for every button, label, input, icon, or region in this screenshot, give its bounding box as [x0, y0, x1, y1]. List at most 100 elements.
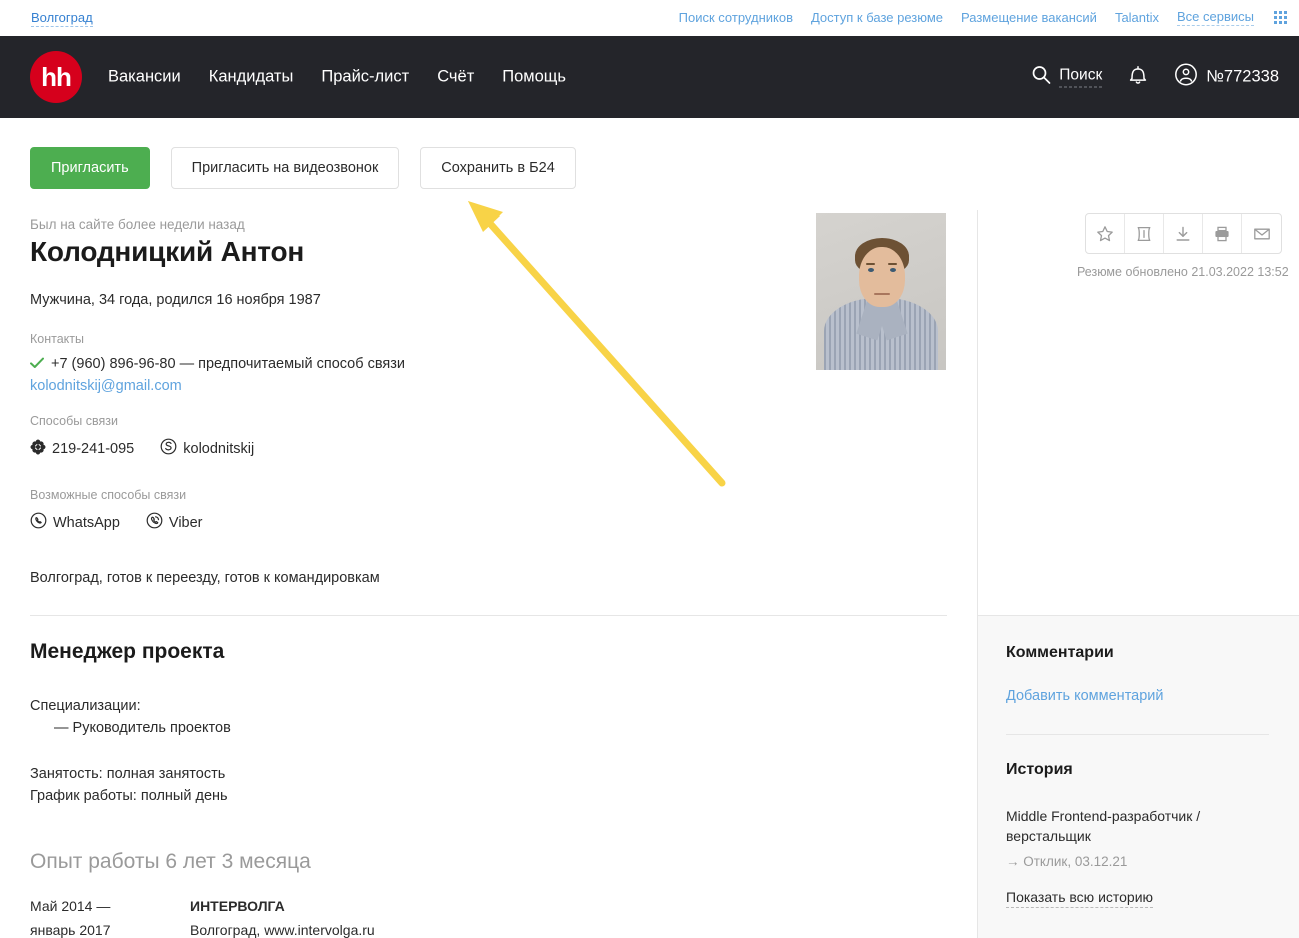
top-link-post-vacancy[interactable]: Размещение вакансий	[961, 10, 1097, 25]
experience-company: ИНТЕРВОЛГА	[190, 898, 285, 914]
contact-methods-label: Способы связи	[30, 414, 118, 428]
photo-face	[859, 247, 905, 307]
whatsapp-contact: WhatsApp	[30, 512, 120, 533]
invite-videocall-button[interactable]: Пригласить на видеозвонок	[170, 147, 400, 189]
city-selector[interactable]: Волгоград	[31, 9, 93, 27]
nav-item-vacancies[interactable]: Вакансии	[108, 68, 181, 87]
account-number[interactable]: №772338	[1206, 68, 1279, 87]
phone-row: +7 (960) 896-96-80 — предпочитаемый спос…	[30, 356, 405, 372]
candidate-summary: Мужчина, 34 года, родился 16 ноября 1987	[30, 292, 321, 308]
viber-label: Viber	[168, 514, 203, 531]
work-schedule: График работы: полный день	[30, 788, 228, 804]
right-sidebar: Комментарии Добавить комментарий История…	[977, 615, 1299, 938]
desired-position-title: Менеджер проекта	[30, 640, 225, 663]
top-link-employee-search[interactable]: Поиск сотрудников	[679, 10, 793, 25]
candidate-photo[interactable]	[816, 213, 946, 370]
whatsapp-label: WhatsApp	[53, 514, 120, 531]
experience-title: Опыт работы 6 лет 3 месяца	[30, 850, 311, 873]
viber-icon	[146, 512, 163, 533]
account-button[interactable]: №772338	[1174, 63, 1279, 92]
employment-type: Занятость: полная занятость	[30, 766, 226, 782]
skype-value: kolodnitskij	[183, 440, 255, 457]
box-icon[interactable]	[1125, 214, 1164, 253]
nav-item-pricelist[interactable]: Прайс-лист	[321, 68, 409, 87]
show-all-history-link[interactable]: Показать всю историю	[1006, 889, 1154, 908]
experience-date-to: январь 2017	[30, 922, 111, 938]
add-comment-link[interactable]: Добавить комментарий	[1006, 688, 1164, 704]
sidebar-divider	[1006, 734, 1269, 735]
top-utility-bar: Волгоград Поиск сотрудников Доступ к баз…	[0, 0, 1299, 36]
header-right-area: Поиск №772338	[1031, 63, 1279, 92]
site-header: hh Вакансии Кандидаты Прайс-лист Счёт По…	[0, 36, 1299, 118]
phone-number: +7 (960) 896-96-80 — предпочитаемый спос…	[51, 356, 405, 372]
history-item-title: Middle Frontend-разработчик / верстальщи…	[1006, 808, 1201, 844]
experience-dates: Май 2014 — январь 2017	[30, 894, 190, 938]
contact-methods-block: Способы связи 219-241-095 kolodnitskij	[30, 414, 254, 459]
specializations-label: Специализации:	[30, 698, 141, 714]
comments-title: Комментарии	[1006, 644, 1114, 661]
experience-row: Май 2014 — январь 2017 ИНТЕРВОЛГА Волгог…	[30, 894, 550, 938]
contacts-block: Контакты +7 (960) 896-96-80 — предпочита…	[30, 332, 405, 394]
envelope-icon[interactable]	[1242, 214, 1281, 253]
top-links: Поиск сотрудников Доступ к базе резюме Р…	[679, 9, 1287, 26]
experience-info: ИНТЕРВОЛГА Волгоград, www.intervolga.ru	[190, 894, 375, 938]
history-item-meta: → Отклик, 03.12.21	[1006, 854, 1128, 869]
experience-date-from: Май 2014 —	[30, 898, 111, 914]
photo-eye-right	[890, 268, 896, 272]
nav-item-candidates[interactable]: Кандидаты	[209, 68, 294, 87]
whatsapp-icon	[30, 512, 47, 533]
contact-methods-row: 219-241-095 kolodnitskij	[30, 438, 254, 459]
action-buttons: Пригласить Пригласить на видеозвонок Сох…	[30, 147, 576, 189]
download-icon[interactable]	[1164, 214, 1203, 253]
possible-methods-label: Возможные способы связи	[30, 488, 187, 502]
skype-icon	[160, 438, 177, 459]
possible-contact-methods-block: Возможные способы связи WhatsApp Viber	[30, 488, 203, 533]
hh-logo[interactable]: hh	[30, 51, 82, 103]
city-link[interactable]: Волгоград	[31, 10, 93, 27]
photo-brow-right	[888, 263, 897, 265]
specialization-item: — Руководитель проектов	[54, 720, 231, 736]
last-visit-text: Был на сайте более недели назад	[30, 217, 245, 232]
nav-item-help[interactable]: Помощь	[502, 68, 566, 87]
viber-contact: Viber	[146, 512, 203, 533]
header-search[interactable]: Поиск	[1031, 65, 1103, 90]
printer-icon[interactable]	[1203, 214, 1242, 253]
header-search-label[interactable]: Поиск	[1059, 67, 1103, 88]
save-to-b24-button[interactable]: Сохранить в Б24	[420, 147, 576, 189]
invite-button[interactable]: Пригласить	[30, 147, 150, 189]
resume-actions-toolbar	[1085, 213, 1282, 254]
sidebar-vertical-border	[977, 210, 978, 615]
experience-place: Волгоград, www.intervolga.ru	[190, 922, 375, 938]
photo-brow-left	[866, 263, 875, 265]
search-icon	[1031, 65, 1051, 90]
photo-mouth	[874, 293, 890, 295]
icq-contact: 219-241-095	[30, 439, 134, 459]
main-nav: Вакансии Кандидаты Прайс-лист Счёт Помощ…	[108, 68, 566, 87]
possible-methods-row: WhatsApp Viber	[30, 512, 203, 533]
email-link[interactable]: kolodnitskij@gmail.com	[30, 378, 405, 394]
employment-block: Занятость: полная занятость График работ…	[30, 763, 228, 807]
skype-contact: kolodnitskij	[160, 438, 254, 459]
history-title: История	[1006, 761, 1073, 778]
notifications-button[interactable]	[1128, 64, 1148, 91]
icq-value: 219-241-095	[52, 440, 135, 457]
apps-grid-icon[interactable]	[1274, 11, 1287, 24]
check-icon	[30, 357, 44, 372]
section-divider	[30, 615, 947, 616]
resume-updated-text: Резюме обновлено 21.03.2022 13:52	[1077, 265, 1289, 279]
top-link-talantix[interactable]: Talantix	[1115, 10, 1159, 25]
top-link-all-services[interactable]: Все сервисы	[1177, 9, 1254, 26]
resume-page: Волгоград Поиск сотрудников Доступ к баз…	[0, 0, 1299, 938]
photo-eye-left	[868, 268, 874, 272]
specializations-block: Специализации: — Руководитель проектов	[30, 695, 231, 739]
star-icon[interactable]	[1086, 214, 1125, 253]
location-line: Волгоград, готов к переезду, готов к ком…	[30, 570, 380, 586]
user-avatar-icon	[1174, 63, 1198, 92]
icq-icon	[30, 439, 46, 459]
top-link-resume-database[interactable]: Доступ к базе резюме	[811, 10, 943, 25]
candidate-name: Колодницкий Антон	[30, 236, 305, 267]
notification-bell-icon	[1128, 64, 1148, 91]
candidate-photo-wrap[interactable]	[816, 213, 946, 370]
contacts-label: Контакты	[30, 332, 84, 346]
nav-item-account[interactable]: Счёт	[437, 68, 474, 87]
